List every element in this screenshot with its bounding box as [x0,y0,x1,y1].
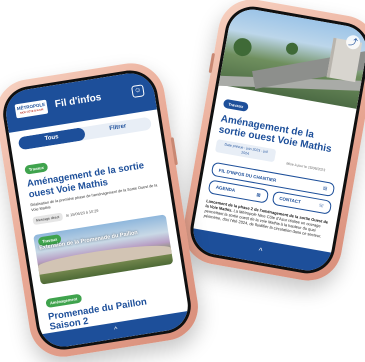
agenda-label: AGENDA [215,184,236,193]
front-phone-display: MÉTROPOLE NICE CÔTE D'AZUR Fil d'infos ☺… [2,69,192,351]
page-title: Fil d'infos [54,92,103,111]
hero-tree [285,41,299,56]
back-phone: ⤴ Travaux Aménagement de la sortie ouest… [177,0,365,286]
category-badge: Travaux [222,98,250,112]
update-date: Mise à jour le 15/06/2023 [286,161,326,173]
contact-label: CONTACT [278,195,302,205]
chevron-up-icon[interactable]: ^ [114,326,118,333]
list-item[interactable]: Travaux Aménagement de la sortie ouest V… [20,134,165,229]
category-badge: Aménagement [45,293,82,308]
news-icon: ▤ [322,185,328,191]
back-phone-display: ⤴ Travaux Aménagement de la sortie ouest… [189,5,365,275]
chevron-up-icon[interactable]: ^ [258,246,263,256]
calendar-icon: ▦ [256,191,262,198]
front-phone-screen: MÉTROPOLE NICE CÔTE D'AZUR Fil d'infos ☺… [0,66,195,354]
message-button[interactable]: Message direct [32,212,63,225]
power-button [170,137,178,166]
profile-icon[interactable]: ☺ [131,84,145,99]
metropole-logo[interactable]: MÉTROPOLE NICE CÔTE D'AZUR [14,99,49,119]
card-date: le 15/06/23 à 10:29 [65,208,99,218]
category-badge: Travaux [24,162,49,175]
back-phone-screen: ⤴ Travaux Aménagement de la sortie ouest… [186,2,365,278]
volume-button [208,52,216,74]
phone-icon: ☏ [318,202,325,209]
hero-tree [232,36,253,58]
front-phone: MÉTROPOLE NICE CÔTE D'AZUR Fil d'infos ☺… [0,58,203,362]
fil-infos-label: FIL D'INFOS DU CHANTIER [218,167,277,183]
